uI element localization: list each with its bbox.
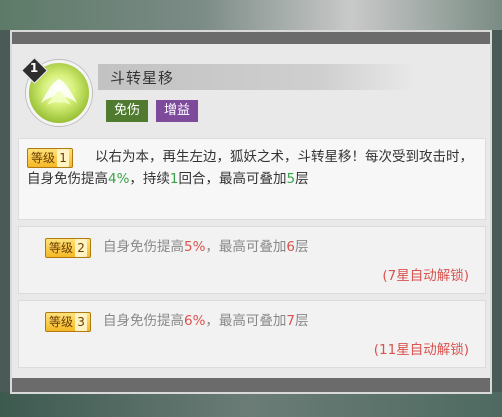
level-badge-label: 等级 <box>49 241 74 255</box>
background-bottom <box>0 392 502 417</box>
tag-damage-reduction: 免伤 <box>106 100 149 122</box>
level-badge-3: 等级 3 <box>45 312 92 332</box>
desc-text: 自身免伤提高 <box>103 239 184 255</box>
skill-title: 斗转星移 <box>110 69 175 87</box>
level-card-2: 等级 2 自身免伤提高5%，最高可叠加6层 (7星自动解锁) <box>18 226 486 294</box>
desc-value: 5 <box>286 171 296 187</box>
level-card-3: 等级 3 自身免伤提高6%，最高可叠加7层 (11星自动解锁) <box>18 300 486 368</box>
level-badge-label: 等级 <box>49 315 74 329</box>
desc-value: 6% <box>184 313 206 329</box>
desc-text: ，最高可叠加 <box>205 313 287 329</box>
level-badge-number: 3 <box>75 313 88 331</box>
skill-level-number: 1 <box>29 61 39 75</box>
desc-value: 6 <box>286 239 296 255</box>
desc-text: 层 <box>295 239 309 255</box>
desc-text: ，持续 <box>129 171 170 187</box>
desc-text: 自身免伤提高 <box>103 313 184 329</box>
level-badge-2: 等级 2 <box>45 238 92 258</box>
level-2-description: 自身免伤提高5%，最高可叠加6层 <box>103 236 309 258</box>
desc-text: 层 <box>295 171 309 187</box>
level-card-1: 等级 1 以右为本，再生左边，狐妖之术，斗转星移！每次受到攻击时，自身免伤提高4%… <box>18 138 486 220</box>
desc-text: 层 <box>295 313 309 329</box>
background-top <box>0 0 502 30</box>
skill-level-badge: 1 <box>21 57 48 84</box>
desc-value: 5% <box>184 239 206 255</box>
desc-value: 1 <box>169 171 179 187</box>
skill-detail-panel: 1 斗转星移 免伤 增益 等级 1 以右为本，再生左边，狐妖之术，斗转星移！每次受… <box>10 30 492 394</box>
level-badge-number: 2 <box>75 239 88 257</box>
level-3-unlock-condition: (11星自动解锁) <box>373 342 469 358</box>
panel-bottom-border <box>12 378 490 392</box>
tag-buff: 增益 <box>156 100 199 122</box>
level-2-unlock-condition: (7星自动解锁) <box>382 268 469 284</box>
desc-value: 4% <box>108 171 130 187</box>
desc-value: 7 <box>286 313 296 329</box>
skill-icon-container: 1 <box>21 57 92 126</box>
panel-top-border <box>12 32 490 44</box>
level-3-description: 自身免伤提高6%，最高可叠加7层 <box>103 310 309 332</box>
desc-text: 回合，最高可叠加 <box>178 171 287 187</box>
level-1-description: 以右为本，再生左边，狐妖之术，斗转星移！每次受到攻击时，自身免伤提高4%，持续1… <box>27 146 475 190</box>
desc-text: ，最高可叠加 <box>205 239 287 255</box>
